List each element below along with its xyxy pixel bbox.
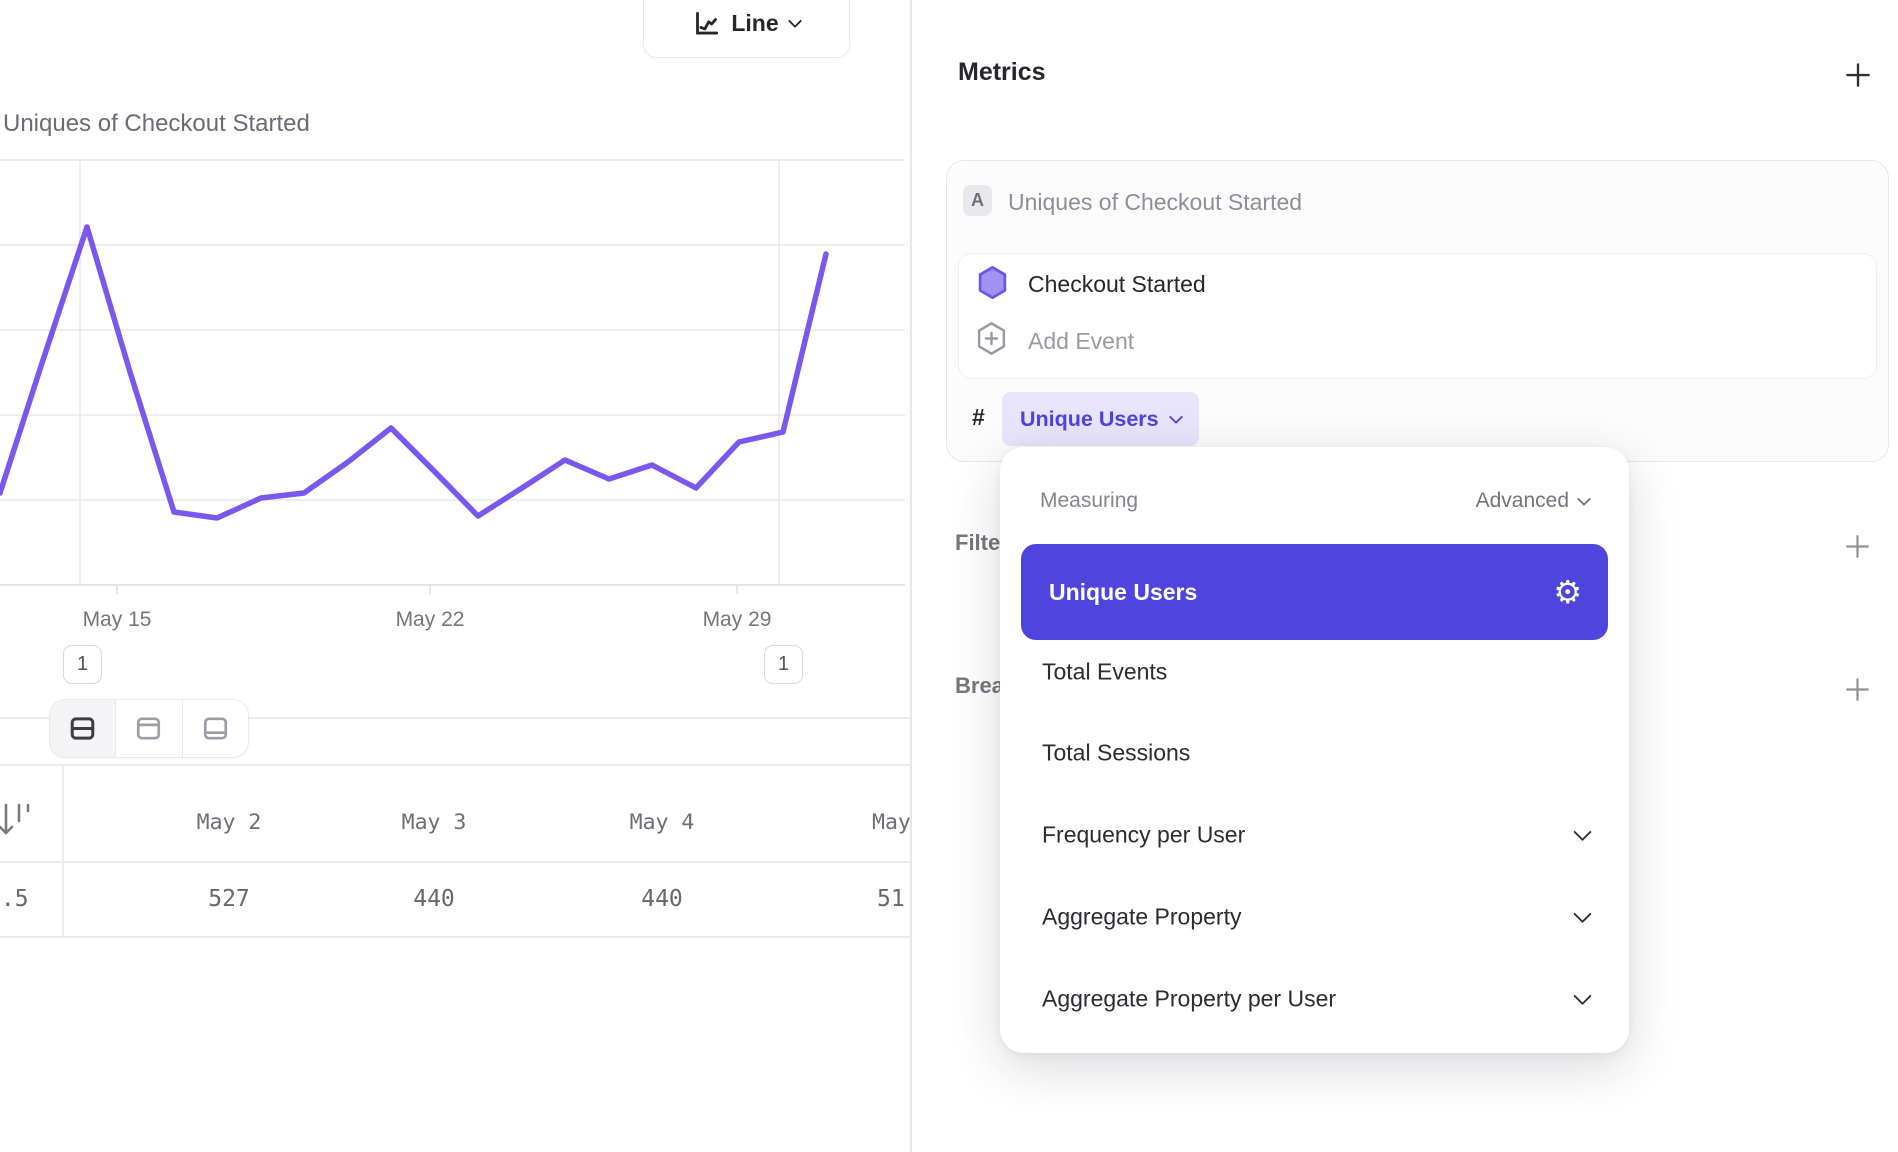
layout-split-button[interactable]	[50, 700, 116, 757]
measure-chip[interactable]: Unique Users	[1002, 392, 1199, 446]
menu-item-total-sessions[interactable]: Total Sessions	[1042, 740, 1589, 767]
top-bar-layout-icon	[134, 714, 163, 743]
event-name[interactable]: Checkout Started	[1028, 271, 1206, 298]
layout-chart-only-button[interactable]	[116, 700, 182, 757]
chevron-down-icon	[1573, 823, 1591, 841]
table-row-border	[0, 936, 911, 938]
plus-icon	[1843, 675, 1872, 704]
add-filter-button[interactable]	[1843, 532, 1872, 561]
add-metric-button[interactable]	[1843, 60, 1873, 90]
bottom-bar-layout-icon	[201, 714, 230, 743]
metrics-panel-title: Metrics	[958, 58, 1046, 87]
advanced-toggle[interactable]: Advanced	[1476, 489, 1589, 513]
chart-title: Uniques of Checkout Started	[3, 110, 310, 138]
page-button-left[interactable]: 1	[63, 645, 102, 684]
chevron-down-icon	[1577, 491, 1591, 505]
page-button-right[interactable]: 1	[764, 645, 803, 684]
table-header-cell[interactable]: May 2	[197, 810, 262, 835]
menu-item-aggregate-property[interactable]: Aggregate Property	[1042, 904, 1589, 931]
x-axis-label: May 29	[703, 608, 772, 632]
measure-chip-label: Unique Users	[1020, 407, 1159, 432]
table-cell: 527	[208, 886, 250, 912]
advanced-label: Advanced	[1476, 489, 1569, 513]
table-column-divider	[62, 764, 64, 936]
table-top-border	[0, 764, 911, 766]
measure-symbol: #	[972, 404, 985, 431]
chevron-down-icon	[788, 13, 802, 27]
table-header-cell[interactable]: May	[872, 810, 911, 835]
measuring-heading: Measuring	[1040, 489, 1138, 513]
metric-card-title[interactable]: Uniques of Checkout Started	[1008, 189, 1302, 216]
table-header-border	[0, 861, 911, 863]
table-cell: 440	[413, 886, 455, 912]
chart-type-label: Line	[731, 10, 778, 37]
layout-toggle-group	[49, 699, 249, 758]
menu-item-unique-users[interactable]: Unique Users ⚙	[1021, 544, 1608, 640]
chevron-down-icon	[1169, 410, 1183, 424]
plus-icon	[1843, 60, 1873, 90]
chart-type-dropdown[interactable]: Line	[643, 0, 850, 58]
metric-badge: A	[963, 185, 992, 216]
menu-item-aggregate-property-per-user[interactable]: Aggregate Property per User	[1042, 986, 1589, 1013]
add-event-button[interactable]: Add Event	[1028, 328, 1134, 355]
plus-icon	[1843, 532, 1872, 561]
line-chart-icon	[693, 10, 720, 37]
layout-table-only-button[interactable]	[183, 700, 248, 757]
table-row-label-value: 0.5	[0, 886, 29, 912]
gear-icon[interactable]: ⚙	[1553, 576, 1582, 608]
chevron-down-icon	[1573, 905, 1591, 923]
table-cell: 51	[877, 886, 905, 912]
chevron-down-icon	[1573, 987, 1591, 1005]
split-layout-icon	[68, 714, 97, 743]
line-chart[interactable]	[0, 150, 905, 610]
table-cell: 440	[641, 886, 683, 912]
add-event-icon	[975, 320, 1008, 357]
panel-divider	[910, 0, 912, 1152]
sort-descending-icon[interactable]	[0, 799, 38, 843]
table-header-cell[interactable]: May 3	[402, 810, 467, 835]
menu-item-frequency-per-user[interactable]: Frequency per User	[1042, 822, 1589, 849]
x-axis-label: May 22	[396, 608, 465, 632]
menu-item-total-events[interactable]: Total Events	[1042, 659, 1589, 686]
add-breakdown-button[interactable]	[1843, 675, 1872, 704]
table-header-cell[interactable]: May 4	[630, 810, 695, 835]
event-hexagon-icon	[976, 264, 1009, 301]
x-axis-label: May 15	[83, 608, 152, 632]
analytics-app: Line Uniques of Checkout Started May 15 …	[0, 0, 1898, 1152]
measuring-dropdown: Measuring Advanced Unique Users ⚙ Total …	[1000, 447, 1629, 1053]
